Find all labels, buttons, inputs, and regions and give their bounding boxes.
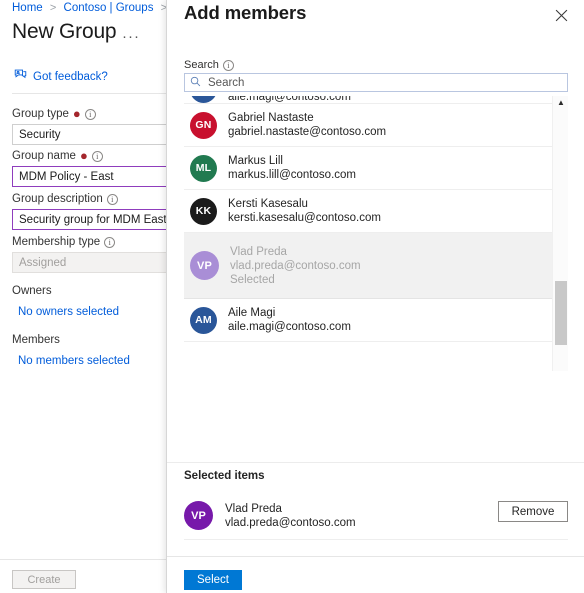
person-text: Markus Lill markus.lill@contoso.com [228,155,356,181]
search-box[interactable] [184,73,568,92]
avatar: AM [190,306,217,334]
close-icon[interactable] [550,4,572,26]
left-footer-divider [0,559,176,560]
breadcrumb-separator: > [49,2,57,14]
person-list-item[interactable]: aile.magi@contoso.com [184,96,552,104]
selected-items-divider [167,462,584,463]
remove-button[interactable]: Remove [498,501,568,522]
membership-type-input[interactable]: Assigned [12,252,176,273]
person-name: Kersti Kasesalu [228,198,308,210]
group-type-input[interactable]: Security [12,124,176,145]
person-email: aile.magi@contoso.com [228,96,351,103]
person-list-item[interactable]: VP Vlad Preda vlad.preda@contoso.com Select… [184,233,552,299]
got-feedback-link[interactable]: Got feedback? [14,68,108,86]
info-icon[interactable]: i [91,150,103,162]
info-icon[interactable]: i [104,236,116,248]
create-button[interactable]: Create [12,570,76,589]
field-group-name-label: Group name ● i [12,148,176,163]
person-text: Aile Magi aile.magi@contoso.com [228,307,351,333]
people-results-list[interactable]: aile.magi@contoso.com GN Gabriel Nastaste g… [184,96,568,371]
person-email: vlad.preda@contoso.com [230,259,361,272]
field-membership-type: Membership type i Assigned [12,236,176,273]
page-title: New Group [12,20,117,43]
selected-items-title: Selected items [184,470,265,482]
panel-title: Add members [184,2,307,23]
person-text: Kersti Kasesalu kersti.kasesalu@contoso.c… [228,198,381,224]
avatar: ML [190,154,217,182]
scrollbar-thumb[interactable] [555,281,567,345]
breadcrumb-item-contoso-groups[interactable]: Contoso | Groups [64,2,154,14]
person-list-item[interactable]: KK Kersti Kasesalu kersti.kasesalu@contoso… [184,190,552,233]
avatar [190,96,217,103]
field-group-description-label: Group description i [12,193,176,205]
owners-label: Owners [12,285,52,297]
members-selection-link[interactable]: No members selected [18,355,130,367]
group-description-input[interactable]: Security group for MDM East [12,209,176,230]
field-group-type: Group type ● i Security [12,106,176,145]
add-members-panel: Add members Search i aile.magi@contoso.c… [166,0,584,593]
feedback-icon [14,68,27,86]
required-asterisk: ● [79,148,88,163]
breadcrumb-item-home[interactable]: Home [12,2,43,14]
new-group-page: Home > Contoso | Groups > Gr New Group ·… [0,0,176,593]
required-asterisk: ● [72,106,81,121]
person-name: Aile Magi [228,307,276,319]
avatar: VP [184,501,213,530]
selected-item-email: vlad.preda@contoso.com [225,516,356,529]
selected-item-name: Vlad Preda [225,502,282,515]
person-text: Gabriel Nastaste gabriel.nastaste@contoso… [228,112,386,138]
search-icon [190,74,201,92]
info-icon[interactable]: i [84,108,96,120]
results-scrollbar[interactable]: ▲ [552,96,568,371]
person-email: aile.magi@contoso.com [228,321,351,333]
info-icon[interactable]: i [222,59,234,71]
field-group-description: Group description i Security group for M… [12,193,176,230]
header-divider [12,93,176,94]
avatar: VP [190,251,219,280]
person-email: gabriel.nastaste@contoso.com [228,126,387,138]
selected-item-text: Vlad Preda vlad.preda@contoso.com [225,503,356,529]
person-text: aile.magi@contoso.com [228,96,351,103]
field-group-type-label: Group type ● i [12,106,176,121]
info-icon[interactable]: i [106,193,118,205]
field-membership-type-label: Membership type i [12,236,176,248]
breadcrumb: Home > Contoso | Groups > Gr [12,2,176,14]
avatar: KK [190,197,217,225]
person-name: Gabriel Nastaste [228,112,314,124]
person-email: markus.lill@contoso.com [228,169,356,181]
selected-item-row: VP Vlad Preda vlad.preda@contoso.com Rem… [184,492,568,540]
group-name-input[interactable]: MDM Policy - East [12,166,176,187]
field-group-name: Group name ● i MDM Policy - East [12,148,176,187]
more-actions-button[interactable]: ··· [122,28,140,45]
members-label: Members [12,334,60,346]
person-name: Markus Lill [228,155,283,167]
owners-selection-link[interactable]: No owners selected [18,306,119,318]
person-list-item[interactable]: ML Markus Lill markus.lill@contoso.com [184,147,552,190]
person-text: Vlad Preda vlad.preda@contoso.com Selected [230,246,361,286]
search-input[interactable] [206,75,562,90]
got-feedback-label: Got feedback? [33,71,108,83]
scroll-up-arrow-icon[interactable]: ▲ [553,96,569,109]
screen-root: Home > Contoso | Groups > Gr New Group ·… [0,0,584,593]
person-list-item[interactable]: GN Gabriel Nastaste gabriel.nastaste@conto… [184,104,552,147]
person-email: kersti.kasesalu@contoso.com [228,212,381,224]
select-button[interactable]: Select [184,570,242,590]
avatar: GN [190,111,217,139]
person-state: Selected [230,273,275,286]
person-list-item[interactable]: AM Aile Magi aile.magi@contoso.com [184,299,552,342]
search-label: Search i [184,59,234,71]
panel-footer-divider [167,556,584,557]
person-name: Vlad Preda [230,245,287,258]
